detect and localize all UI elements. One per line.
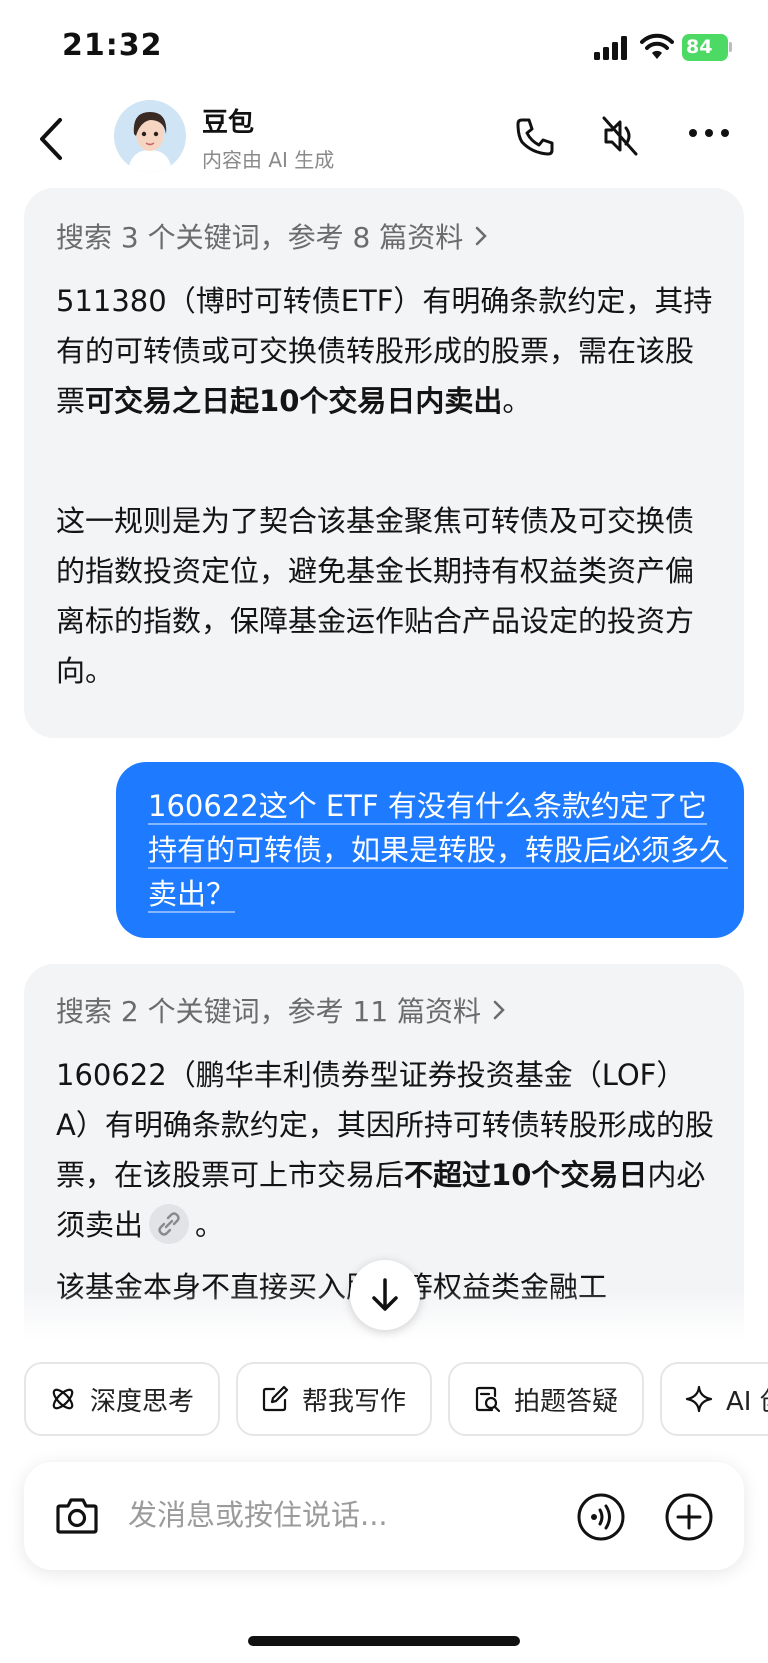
chip-label: 深度思考 xyxy=(90,1386,195,1417)
scan-document-icon xyxy=(475,1386,501,1413)
chip-label: AI 创 xyxy=(726,1386,768,1417)
avatar-portrait-icon xyxy=(114,100,186,172)
message-paragraph: 511380（博时可转债ETF）有明确条款约定，其持有的可转债或可交换债转股形成… xyxy=(56,276,716,426)
sparkle-icon xyxy=(685,1385,713,1413)
arrow-down-icon xyxy=(372,1278,398,1311)
voice-call-icon[interactable] xyxy=(576,1492,626,1542)
paragraph-text: 这一规则是为了契合该基金聚焦可转债及可交换债的指数投资定位，避免基金长期持有权益… xyxy=(56,504,695,688)
back-icon[interactable] xyxy=(34,114,68,164)
chip-label: 帮我写作 xyxy=(302,1386,407,1417)
chevron-right-icon xyxy=(493,1000,505,1020)
more-options-icon[interactable] xyxy=(688,126,730,140)
paragraph-end: 。 xyxy=(195,1208,225,1242)
message-paragraph: 这一规则是为了契合该基金聚焦可转债及可交换债的指数投资定位，避免基金长期持有权益… xyxy=(56,496,716,696)
chip-write[interactable]: 帮我写作 xyxy=(236,1362,432,1436)
edit-icon xyxy=(262,1385,289,1412)
message-composer xyxy=(24,1462,744,1570)
quick-actions: 深度思考 帮我写作 拍题答疑 AI 创 xyxy=(0,1362,768,1438)
home-indicator[interactable] xyxy=(248,1636,520,1646)
search-summary-text: 搜索 3 个关键词，参考 8 篇资料 xyxy=(56,221,464,254)
cellular-signal-icon xyxy=(594,36,627,60)
phone-call-icon[interactable] xyxy=(514,116,556,158)
user-message: 160622这个 ETF 有没有什么条款约定了它持有的可转债，如果是转股，转股后… xyxy=(116,762,744,938)
paragraph-end: 。 xyxy=(502,384,532,418)
speaker-mute-icon[interactable] xyxy=(598,114,642,158)
search-summary-text: 搜索 2 个关键词，参考 11 篇资料 xyxy=(56,995,482,1028)
chip-ai-create[interactable]: AI 创 xyxy=(660,1362,768,1436)
battery-level: 84 xyxy=(686,36,713,58)
reference-link-icon[interactable] xyxy=(149,1204,190,1244)
bot-message: 搜索 3 个关键词，参考 8 篇资料 511380（博时可转债ETF）有明确条款… xyxy=(24,188,744,738)
plus-icon[interactable] xyxy=(664,1492,714,1542)
status-bar: 21:32 84 xyxy=(0,0,768,96)
avatar[interactable] xyxy=(114,100,186,172)
camera-icon[interactable] xyxy=(54,1494,100,1538)
user-message-text[interactable]: 160622这个 ETF 有没有什么条款约定了它持有的可转债，如果是转股，转股后… xyxy=(148,784,729,916)
bold-highlight: 不超过10个交易日 xyxy=(404,1158,648,1192)
chip-deep-think[interactable]: 深度思考 xyxy=(24,1362,220,1436)
chip-photo-qa[interactable]: 拍题答疑 xyxy=(448,1362,644,1436)
chevron-right-icon xyxy=(475,226,488,246)
battery-tip xyxy=(729,42,732,52)
search-summary[interactable]: 搜索 2 个关键词，参考 11 篇资料 xyxy=(56,990,507,1030)
chat-header: 豆包 内容由 AI 生成 xyxy=(0,96,768,186)
user-message-content: 160622这个 ETF 有没有什么条款约定了它持有的可转债，如果是转股，转股后… xyxy=(148,789,729,913)
scroll-to-bottom-button[interactable] xyxy=(350,1260,420,1330)
wifi-icon xyxy=(640,33,674,59)
message-input[interactable] xyxy=(128,1492,528,1538)
message-paragraph: 160622（鹏华丰利债券型证券投资基金（LOF）A）有明确条款约定，其因所持可… xyxy=(56,1050,716,1250)
bot-subtitle: 内容由 AI 生成 xyxy=(202,148,335,172)
search-summary[interactable]: 搜索 3 个关键词，参考 8 篇资料 xyxy=(56,216,489,256)
status-time: 21:32 xyxy=(62,28,163,63)
chip-label: 拍题答疑 xyxy=(514,1386,619,1417)
atom-icon xyxy=(52,1388,74,1410)
bold-highlight: 可交易之日起10个交易日内卖出 xyxy=(85,384,503,418)
bot-name: 豆包 xyxy=(202,108,255,138)
battery-icon: 84 xyxy=(682,34,728,61)
